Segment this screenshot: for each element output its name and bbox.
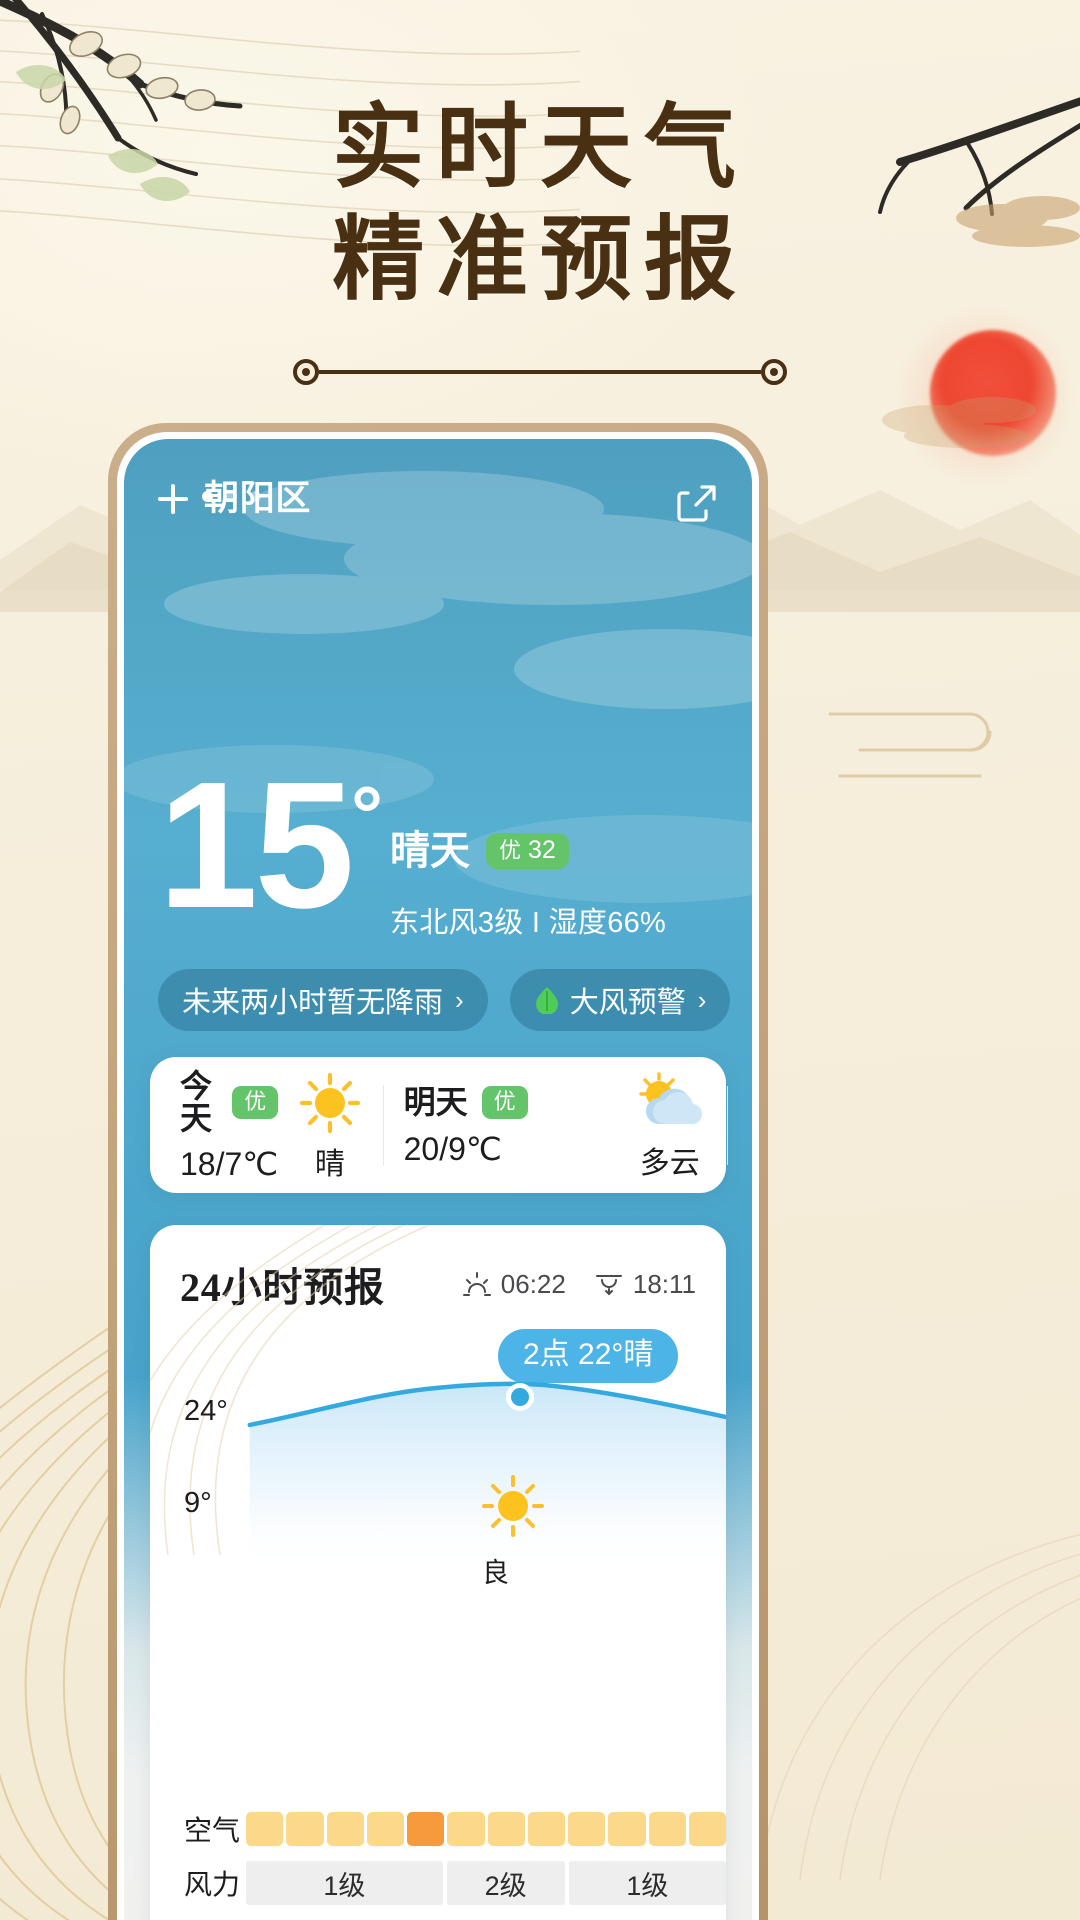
air-quality-bar: [568, 1812, 606, 1846]
sunset-icon: [594, 1271, 624, 1297]
tomorrow-column: 明天 优 20/9℃: [382, 1084, 614, 1167]
poster-headline: 实时天气 精准预报: [0, 92, 1080, 316]
today-temperature: 18/7℃: [180, 1146, 279, 1182]
tomorrow-temperature: 20/9℃: [403, 1130, 502, 1167]
hourly-forecast-card[interactable]: 24小时预报 06:22 18:11 2点 22°晴 24° 9° 良 空气 风…: [150, 1225, 726, 1920]
scroll-ornament-icon: [828, 712, 992, 778]
partly-cloudy-icon: [635, 1071, 705, 1139]
headline-line-1: 实时天气: [332, 97, 748, 199]
wind-warning-pill[interactable]: 大风预警 ›: [509, 969, 731, 1031]
chart-axis-low: 9°: [184, 1487, 212, 1519]
today-column: 今天 优 18/7℃: [150, 1068, 279, 1182]
wind-segment: 1级: [246, 1861, 443, 1905]
chevron-right-icon: ›: [455, 984, 464, 1015]
air-quality-bars: [246, 1812, 726, 1846]
rain-forecast-label: 未来两小时暂无降雨: [182, 987, 444, 1019]
aqi-level: 优: [499, 837, 522, 863]
divider-bar: [319, 370, 761, 374]
tomorrow-condition-label: 多云: [639, 1146, 700, 1180]
cloud-ink-right: [882, 397, 1036, 448]
condition-text: 晴天: [390, 829, 470, 873]
ornamental-divider: [293, 358, 787, 386]
chart-sun-icon: [480, 1473, 546, 1539]
leaf-icon: [534, 986, 560, 1015]
two-day-forecast-card[interactable]: 今天 优 18/7℃ 晴 明天 优 20/9℃ 多云: [150, 1057, 729, 1193]
alert-pill-row: 未来两小时暂无降雨 › 大风预警 ›: [158, 969, 731, 1031]
aqi-value: 32: [528, 836, 556, 864]
tomorrow-header: 明天 优: [403, 1084, 614, 1120]
divider-dot-left: [293, 359, 319, 385]
app-header-bar: 朝阳区: [158, 481, 718, 525]
tomorrow-label: 明天: [403, 1084, 468, 1120]
air-quality-bar: [326, 1812, 364, 1846]
chart-highlight-point[interactable]: [502, 1379, 538, 1415]
phone-mockup: 朝阳区 15° 晴天 优 32 东北风3级 I 湿度66% 未来两小时暂无降雨 …: [108, 423, 768, 1920]
sunset-time: 18:11: [632, 1268, 696, 1299]
share-icon[interactable]: [674, 481, 718, 525]
hourly-temperature-chart[interactable]: 2点 22°晴 24° 9° 良: [150, 1319, 726, 1649]
air-quality-bar: [366, 1812, 404, 1846]
air-quality-row-label: 空气: [184, 1815, 241, 1846]
today-aqi-badge: 优: [232, 1085, 279, 1119]
today-label: 今天: [180, 1068, 213, 1136]
page-indicator-dots[interactable]: [202, 491, 261, 502]
tomorrow-condition-group: 多云: [614, 1071, 729, 1180]
wind-segment: 1级: [568, 1861, 726, 1905]
line-pattern-bottom-right: [759, 1533, 1080, 1880]
air-quality-bar: [246, 1812, 284, 1846]
weather-app-screen: 朝阳区 15° 晴天 优 32 东北风3级 I 湿度66% 未来两小时暂无降雨 …: [124, 439, 752, 1920]
today-condition-group: 晴: [278, 1071, 385, 1181]
wind-humidity-detail: 东北风3级 I 湿度66%: [390, 907, 667, 939]
condition-row: 晴天 优 32: [390, 831, 569, 871]
page-dot-1[interactable]: [202, 491, 213, 502]
air-quality-bar: [527, 1812, 565, 1846]
sunrise-time: 06:22: [500, 1268, 566, 1299]
rain-forecast-pill[interactable]: 未来两小时暂无降雨 ›: [158, 969, 488, 1031]
air-quality-bar: [487, 1812, 525, 1846]
air-quality-bar: [688, 1812, 726, 1846]
air-quality-bar-highlight: [407, 1812, 445, 1846]
sunset-group: 18:11: [594, 1269, 696, 1300]
degree-symbol: °: [351, 770, 383, 859]
wind-warning-label: 大风预警: [569, 987, 686, 1019]
wind-row: 风力 1级 2级 1级: [150, 1856, 726, 1910]
current-temperature-value: 15: [158, 745, 355, 946]
current-weather-block: 15° 晴天 优 32 东北风3级 I 湿度66%: [158, 756, 718, 940]
chart-aqi-word: 良: [482, 1558, 509, 1588]
air-quality-bar: [447, 1812, 485, 1846]
hourly-detail-rows: 空气 风力 1级 2级 1级: [150, 1802, 726, 1920]
time-axis-row: 10:00 12:00 2:00 4:00 6:00 8:00: [150, 1910, 726, 1920]
wind-segment: 2级: [446, 1861, 565, 1905]
wind-segments: 1级 2级 1级: [246, 1861, 726, 1905]
page-dot-2[interactable]: [226, 491, 237, 502]
aqi-badge[interactable]: 优 32: [486, 833, 569, 869]
page-dot-3[interactable]: [250, 491, 261, 502]
sun-times-group: 06:22 18:11: [462, 1269, 696, 1300]
air-quality-bar: [648, 1812, 686, 1846]
today-header: 今天 优: [180, 1068, 279, 1136]
tomorrow-aqi-badge: 优: [481, 1085, 528, 1119]
air-quality-bar: [286, 1812, 324, 1846]
chevron-right-icon: ›: [697, 984, 707, 1015]
headline-line-2: 精准预报: [332, 209, 748, 312]
air-quality-bar: [608, 1812, 646, 1846]
wind-row-label: 风力: [184, 1869, 241, 1900]
today-condition-label: 晴: [314, 1147, 345, 1181]
divider-dot-right: [761, 359, 787, 385]
sun-icon: [298, 1071, 362, 1140]
chart-axis-high: 24°: [184, 1395, 228, 1427]
plus-icon[interactable]: [158, 483, 188, 514]
air-quality-row: 空气: [150, 1802, 726, 1856]
